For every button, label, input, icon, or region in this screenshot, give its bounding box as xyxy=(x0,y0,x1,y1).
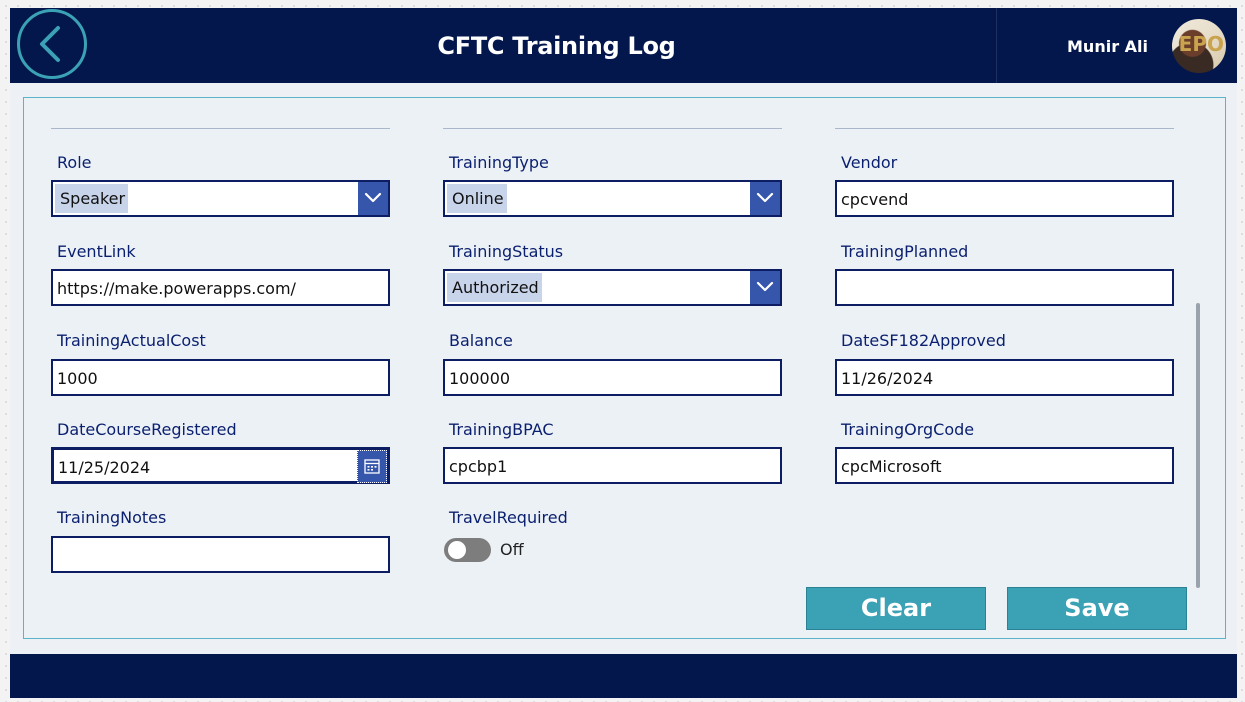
balance-label: Balance xyxy=(449,331,513,350)
date-course-registered-picker[interactable]: 11/25/2024 xyxy=(51,447,390,484)
date-sf182-approved-value: 11/26/2024 xyxy=(841,369,934,388)
calendar-icon xyxy=(364,459,380,474)
avatar: EPO xyxy=(1172,19,1226,73)
chevron-down-icon xyxy=(756,192,774,203)
chevron-down-icon xyxy=(364,192,382,203)
page-title: CFTC Training Log xyxy=(437,32,676,60)
toggle-knob xyxy=(448,541,466,559)
role-dropdown[interactable]: Speaker xyxy=(51,180,390,217)
training-type-dropdown[interactable]: Online xyxy=(443,180,782,217)
event-link-input[interactable]: https://make.powerapps.com/ xyxy=(51,269,390,306)
training-type-value: Online xyxy=(447,184,507,213)
training-type-label: TrainingType xyxy=(449,153,549,172)
user-panel: Munir Ali EPO xyxy=(996,8,1238,83)
date-sf182-approved-label: DateSF182Approved xyxy=(841,331,1006,350)
save-button[interactable]: Save xyxy=(1007,587,1187,630)
travel-required-state: Off xyxy=(500,540,524,559)
training-bpac-input[interactable]: cpcbp1 xyxy=(443,447,782,484)
footer-bar xyxy=(10,654,1237,698)
training-actual-cost-label: TrainingActualCost xyxy=(57,331,206,350)
training-planned-label: TrainingPlanned xyxy=(841,242,969,261)
balance-value: 100000 xyxy=(449,369,511,388)
scrollbar[interactable] xyxy=(1196,303,1200,588)
training-actual-cost-input[interactable]: 1000 xyxy=(51,359,390,396)
vendor-value: cpcvend xyxy=(841,190,909,209)
training-org-code-label: TrainingOrgCode xyxy=(841,420,975,439)
event-link-label: EventLink xyxy=(57,242,136,261)
user-name: Munir Ali xyxy=(1067,37,1148,56)
header-bar: CFTC Training Log Munir Ali EPO xyxy=(10,8,1237,83)
training-notes-input[interactable] xyxy=(51,536,390,573)
balance-input[interactable]: 100000 xyxy=(443,359,782,396)
training-status-dropdown[interactable]: Authorized xyxy=(443,269,782,306)
training-bpac-value: cpcbp1 xyxy=(449,457,508,476)
chevron-down-icon xyxy=(756,281,774,292)
travel-required-label: TravelRequired xyxy=(449,508,568,527)
app-screen: CFTC Training Log Munir Ali EPO Role Spe… xyxy=(10,8,1237,698)
training-org-code-value: cpcMicrosoft xyxy=(841,457,942,476)
column-divider xyxy=(835,128,1174,129)
role-dropdown-button[interactable] xyxy=(358,182,388,215)
training-type-dropdown-button[interactable] xyxy=(750,182,780,215)
avatar-text: EPO xyxy=(1178,32,1224,56)
vendor-label: Vendor xyxy=(841,153,898,172)
clear-button[interactable]: Clear xyxy=(806,587,986,630)
role-label: Role xyxy=(57,153,92,172)
training-bpac-label: TrainingBPAC xyxy=(449,420,554,439)
vendor-input[interactable]: cpcvend xyxy=(835,180,1174,217)
event-link-value: https://make.powerapps.com/ xyxy=(57,279,296,298)
training-planned-input[interactable] xyxy=(835,269,1174,306)
role-value: Speaker xyxy=(55,184,129,213)
training-org-code-input[interactable]: cpcMicrosoft xyxy=(835,447,1174,484)
training-status-value: Authorized xyxy=(447,273,542,302)
training-status-dropdown-button[interactable] xyxy=(750,271,780,304)
date-sf182-approved-input[interactable]: 11/26/2024 xyxy=(835,359,1174,396)
calendar-button[interactable] xyxy=(357,450,387,483)
training-notes-label: TrainingNotes xyxy=(57,508,167,527)
training-actual-cost-value: 1000 xyxy=(57,369,98,388)
travel-required-toggle[interactable] xyxy=(444,538,491,562)
column-divider xyxy=(51,128,390,129)
training-form: Role Speaker TrainingType Online Vendor … xyxy=(23,97,1226,639)
training-status-label: TrainingStatus xyxy=(449,242,564,261)
date-course-registered-label: DateCourseRegistered xyxy=(57,420,237,439)
column-divider xyxy=(443,128,782,129)
date-course-registered-value: 11/25/2024 xyxy=(58,458,151,477)
